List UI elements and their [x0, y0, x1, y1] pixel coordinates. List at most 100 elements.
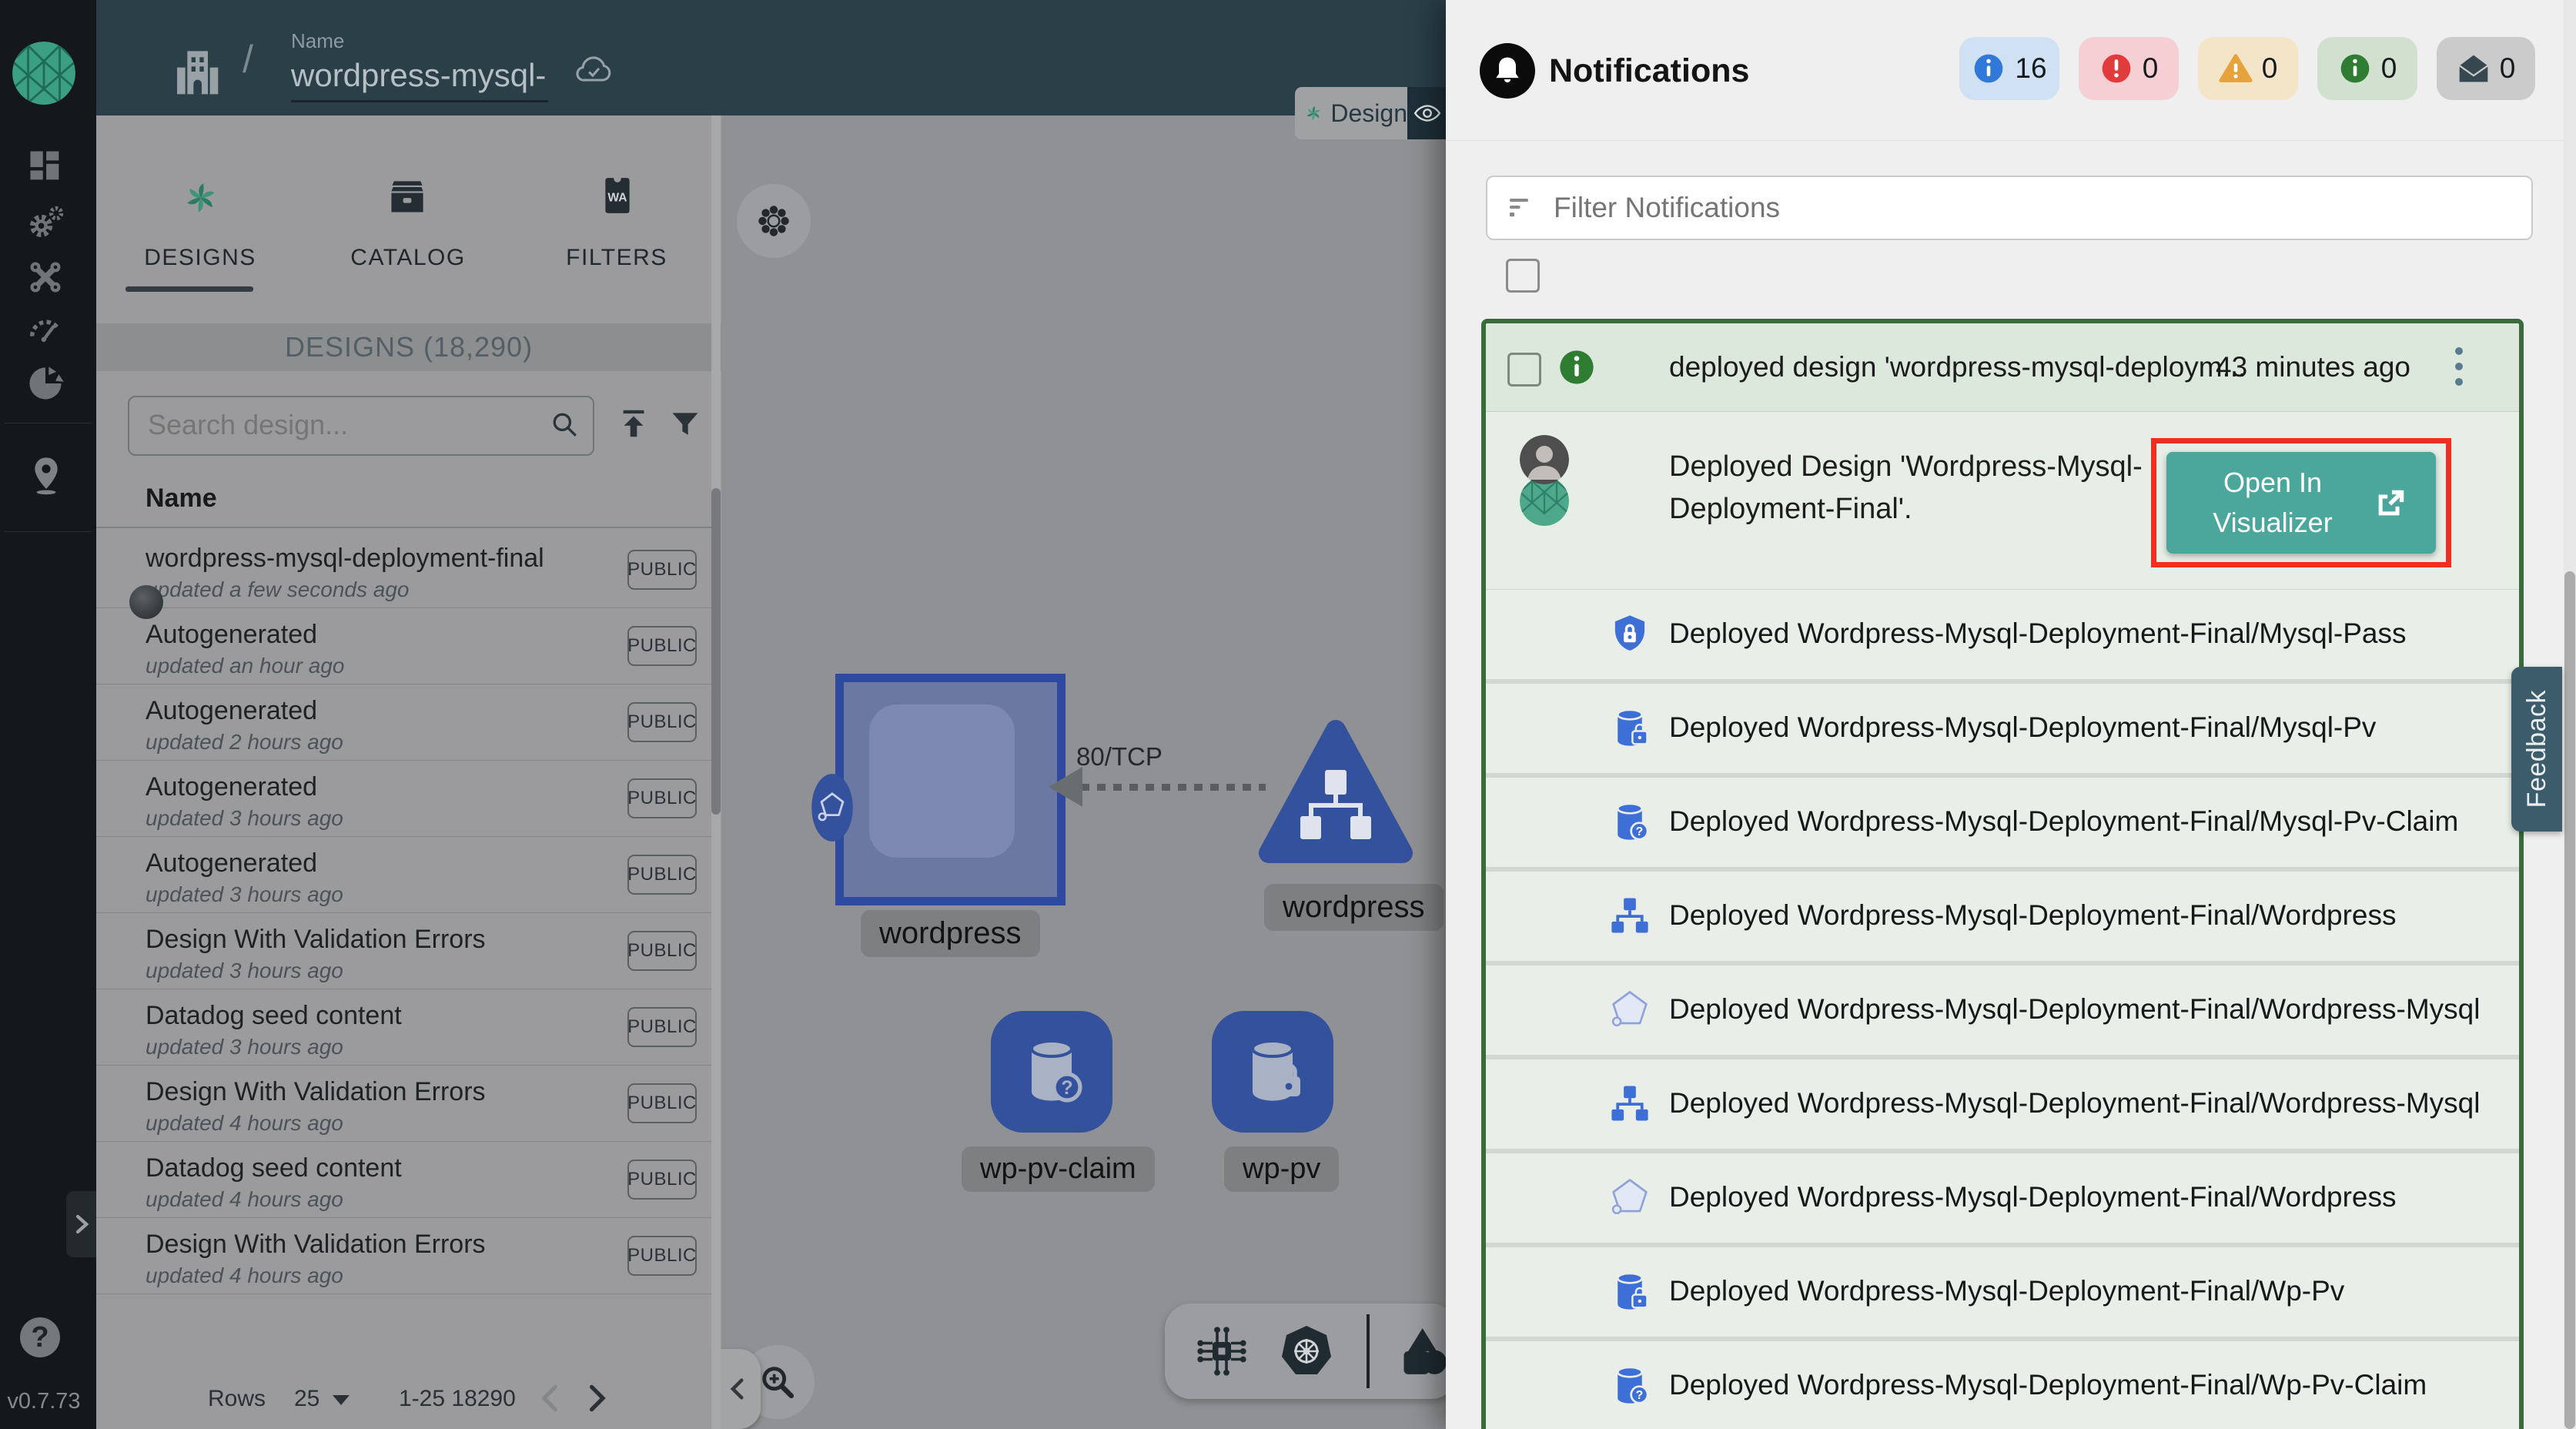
panel-collapse-handle[interactable] — [716, 1349, 761, 1429]
chevron-right-icon — [70, 1213, 93, 1236]
node-inner-surface — [869, 704, 1015, 858]
badge-success[interactable]: 0 — [2317, 37, 2417, 100]
notification-menu-dots-icon[interactable] — [2453, 345, 2465, 388]
design-name: Datadog seed content — [146, 1001, 402, 1031]
notification-event-row[interactable]: Deployed Wordpress-Mysql-Deployment-Fina… — [1486, 684, 2519, 773]
filter-notifications-input[interactable] — [1552, 186, 2510, 229]
wasm-filters-tab-icon: WA — [598, 176, 637, 216]
notifications-panel: Notifications 16 0 0 0 0 — [1446, 0, 2576, 1429]
sidebar-item-kanvas[interactable] — [25, 454, 70, 499]
help-button[interactable]: ? — [20, 1317, 60, 1357]
notification-event-row[interactable]: Deployed Wordpress-Mysql-Deployment-Fina… — [1486, 965, 2519, 1055]
previous-page-icon[interactable] — [534, 1381, 568, 1415]
notification-event-row[interactable]: Deployed Wordpress-Mysql-Deployment-Fina… — [1486, 1247, 2519, 1337]
import-design-icon[interactable] — [616, 407, 651, 442]
wrenches-icon — [25, 257, 65, 297]
meshery-logo[interactable] — [12, 42, 75, 105]
design-row[interactable]: Datadog seed content updated 3 hours ago… — [96, 989, 711, 1066]
badge-success-count: 0 — [2381, 52, 2397, 85]
notifications-scrollbar-thumb[interactable] — [2564, 571, 2575, 1429]
node-wordpress-container[interactable] — [835, 674, 1066, 905]
magnifier-plus-icon — [758, 1362, 798, 1402]
design-name: Autogenerated — [146, 696, 317, 726]
node-label-wordpress-deployment[interactable]: wordpress — [1264, 884, 1444, 931]
dot-flower-icon — [754, 202, 793, 240]
notification-event-row[interactable]: Deployed Wordpress-Mysql-Deployment-Fina… — [1486, 1341, 2519, 1429]
design-name: Autogenerated — [146, 772, 317, 802]
design-row[interactable]: Design With Validation Errors updated 4 … — [96, 1065, 711, 1142]
notification-event-row[interactable]: Deployed Wordpress-Mysql-Deployment-Fina… — [1486, 590, 2519, 679]
design-row[interactable]: Autogenerated updated 3 hours ago PUBLIC — [96, 836, 711, 913]
tab-designs[interactable]: DESIGNS — [96, 115, 304, 323]
node-wp-pv-claim[interactable]: ? — [991, 1011, 1112, 1133]
node-wp-pv[interactable] — [1212, 1011, 1333, 1133]
notification-event-row[interactable]: Deployed Wordpress-Mysql-Deployment-Fina… — [1486, 1153, 2519, 1243]
notification-event-row[interactable]: Deployed Wordpress-Mysql-Deployment-Fina… — [1486, 1059, 2519, 1149]
next-page-icon[interactable] — [579, 1381, 613, 1415]
kubernetes-icon[interactable] — [1279, 1324, 1334, 1379]
canvas-dot-menu-button[interactable] — [737, 184, 811, 258]
design-row[interactable]: Autogenerated updated 2 hours ago PUBLIC — [96, 684, 711, 761]
notification-header-row[interactable]: deployed design 'wordpress-mysql-deploym… — [1486, 323, 2519, 411]
design-row[interactable]: Design With Validation Errors updated 3 … — [96, 912, 711, 989]
edge-line[interactable] — [1081, 784, 1266, 791]
open-in-visualizer-button[interactable]: Open In Visualizer — [2166, 452, 2436, 554]
event-text: Deployed Wordpress-Mysql-Deployment-Fina… — [1669, 1369, 2427, 1401]
notification-detail-text: Deployed Design 'Wordpress-Mysql-Deploym… — [1669, 446, 2162, 530]
column-header-name[interactable]: Name — [146, 484, 217, 514]
notification-summary[interactable]: deployed design 'wordpress-mysql-deploym… — [1669, 351, 2246, 383]
event-text: Deployed Wordpress-Mysql-Deployment-Fina… — [1669, 1275, 2344, 1307]
design-name-input[interactable] — [291, 54, 547, 97]
shapes-icon[interactable] — [1390, 1324, 1447, 1379]
badge-warning[interactable]: 0 — [2198, 37, 2298, 100]
designs-scrollbar-thumb[interactable] — [711, 488, 721, 815]
design-row[interactable]: Datadog seed content updated 4 hours ago… — [96, 1141, 711, 1218]
design-row[interactable]: Autogenerated updated an hour ago PUBLIC — [96, 607, 711, 684]
design-search-input[interactable] — [146, 405, 519, 445]
sidebar-item-extensions[interactable] — [25, 363, 70, 408]
sidebar-item-performance[interactable] — [25, 310, 70, 354]
filter-designs-icon[interactable] — [668, 408, 702, 442]
tab-filters[interactable]: WA FILTERS — [512, 115, 721, 323]
node-label-wordpress-container[interactable]: wordpress — [861, 910, 1040, 957]
notification-detail: Deployed Design 'Wordpress-Mysql-Deploym… — [1486, 411, 2519, 589]
notification-checkbox[interactable] — [1507, 353, 1541, 387]
sidebar-expand-handle[interactable] — [66, 1191, 96, 1257]
node-label-wp-pv-claim[interactable]: wp-pv-claim — [962, 1146, 1155, 1192]
notification-event-row[interactable]: Deployed Wordpress-Mysql-Deployment-Fina… — [1486, 778, 2519, 867]
tab-filters-label: FILTERS — [512, 245, 721, 271]
map-pin-icon — [25, 454, 67, 497]
node-wordpress-deployment[interactable] — [1253, 714, 1418, 872]
badge-error[interactable]: 0 — [2079, 37, 2179, 100]
visualize-mode-button[interactable] — [1407, 87, 1447, 139]
design-mode-button[interactable]: Design — [1295, 87, 1407, 139]
pentagon-icon — [1609, 989, 1651, 1030]
sidebar-item-dashboard[interactable] — [25, 146, 70, 191]
cloud-saved-icon[interactable] — [570, 48, 617, 91]
organization-icon[interactable] — [171, 45, 220, 99]
pentagon-icon — [1609, 1176, 1651, 1218]
edge-port-label[interactable]: 80/TCP — [1076, 742, 1163, 771]
feedback-tab[interactable]: Feedback — [2511, 667, 2562, 832]
node-label-wp-pv[interactable]: wp-pv — [1224, 1146, 1339, 1192]
rows-per-page-select[interactable]: 25 — [294, 1386, 319, 1412]
sidebar-item-configuration[interactable] — [25, 257, 70, 302]
design-row[interactable]: Autogenerated updated 3 hours ago PUBLIC — [96, 760, 711, 837]
notifications-bell-badge — [1480, 43, 1535, 99]
svg-text:?: ? — [1061, 1077, 1072, 1099]
container-pentagon-badge-icon[interactable] — [811, 773, 854, 842]
tab-catalog[interactable]: CATALOG — [304, 115, 512, 323]
sitemap-icon — [1609, 895, 1651, 936]
select-all-checkbox[interactable] — [1506, 259, 1540, 293]
badge-info[interactable]: 16 — [1959, 37, 2059, 100]
database-lock-icon — [1609, 707, 1651, 748]
user-avatar[interactable] — [1520, 435, 1569, 484]
sidebar-item-lifecycle[interactable] — [25, 202, 70, 247]
design-row[interactable]: Design With Validation Errors updated 4 … — [96, 1217, 711, 1294]
components-chip-icon[interactable] — [1194, 1324, 1250, 1379]
search-icon[interactable] — [548, 408, 582, 442]
design-row[interactable]: wordpress-mysql-deployment-final updated… — [96, 531, 711, 608]
event-text: Deployed Wordpress-Mysql-Deployment-Fina… — [1669, 1087, 2480, 1119]
notification-event-row[interactable]: Deployed Wordpress-Mysql-Deployment-Fina… — [1486, 872, 2519, 961]
badge-read[interactable]: 0 — [2437, 37, 2535, 100]
